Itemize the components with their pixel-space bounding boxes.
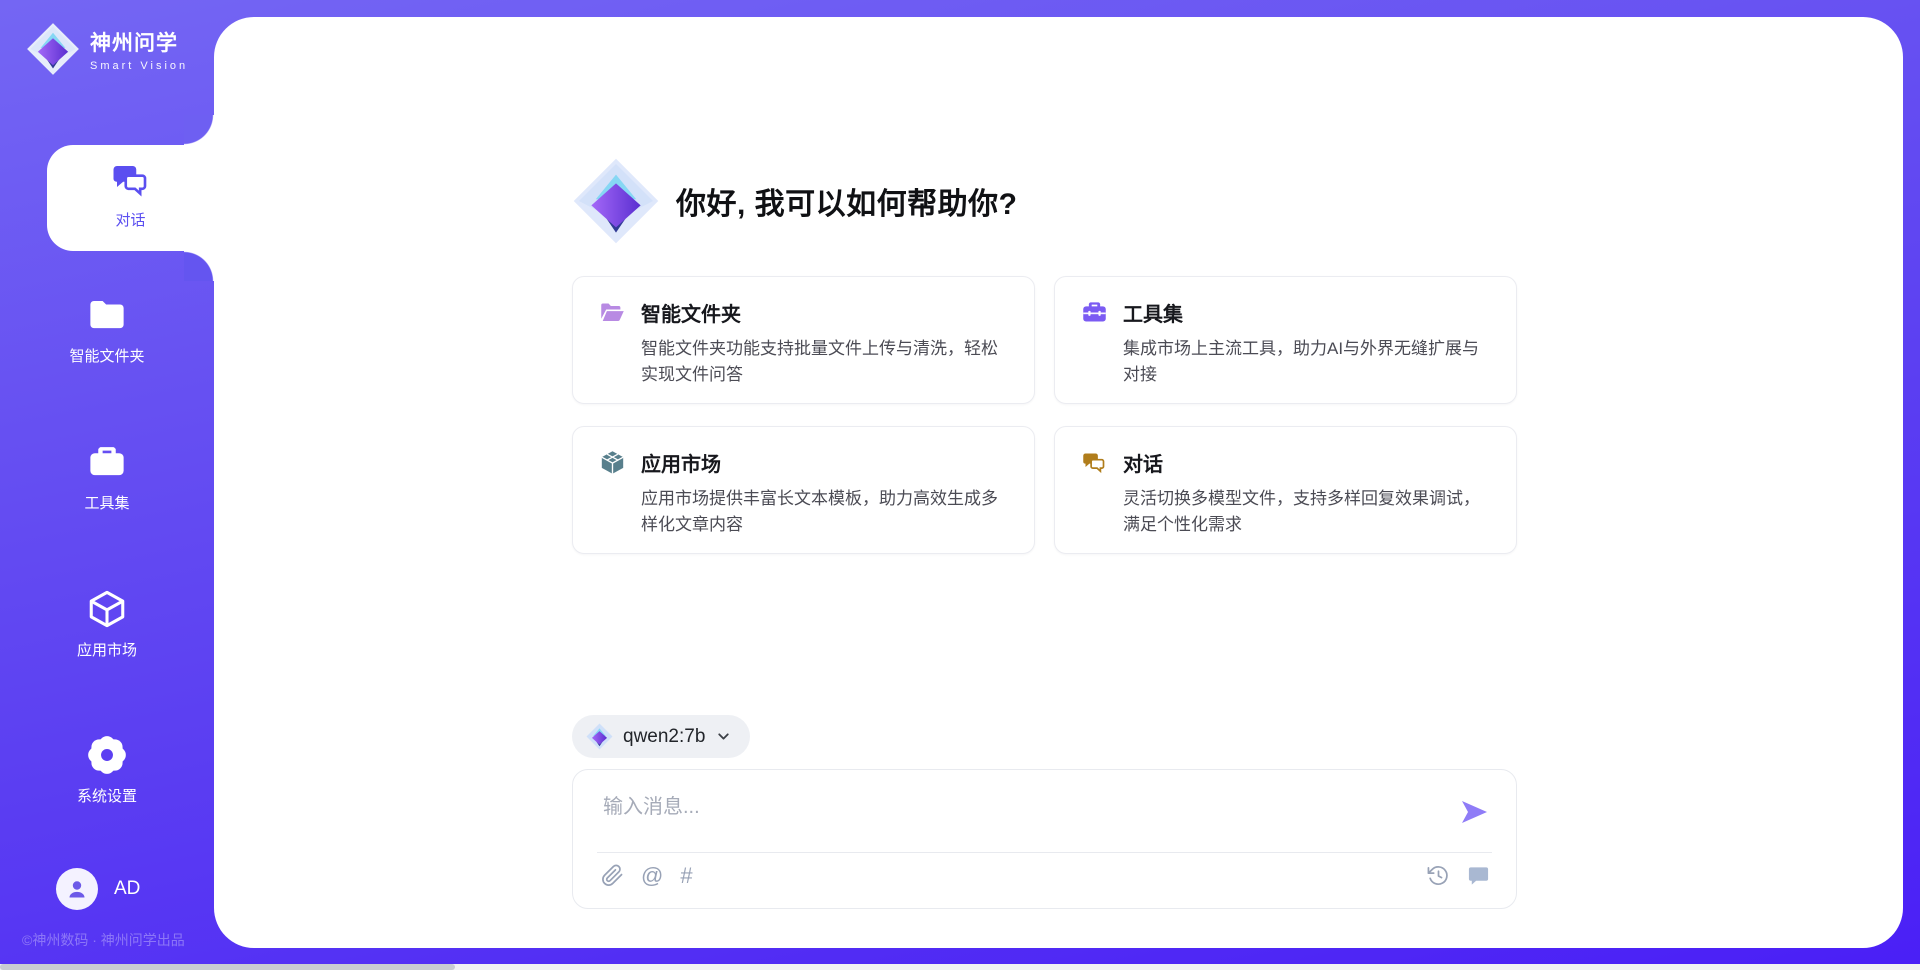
- cube-icon: [599, 449, 626, 476]
- hashtag-icon[interactable]: #: [680, 864, 692, 887]
- card-description: 灵活切换多模型文件，支持多样回复效果调试，满足个性化需求: [1123, 486, 1490, 537]
- brand-logo-diamond-icon: [26, 22, 80, 76]
- composer-right-toolbar: [1427, 864, 1490, 887]
- person-icon: [65, 877, 89, 901]
- model-selector[interactable]: qwen2:7b: [572, 715, 750, 758]
- toolbox-icon: [1081, 299, 1108, 326]
- avatar: [56, 868, 98, 910]
- user-account[interactable]: AD: [56, 868, 140, 910]
- card-app-market[interactable]: 应用市场 应用市场提供丰富长文本模板，助力高效生成多样化文章内容: [572, 426, 1035, 554]
- sidebar-item-toolset[interactable]: 工具集: [0, 441, 214, 513]
- gear-icon: [86, 734, 128, 776]
- card-description: 应用市场提供丰富长文本模板，助力高效生成多样化文章内容: [641, 486, 1008, 537]
- sidebar-item-app-market[interactable]: 应用市场: [0, 588, 214, 660]
- model-name: qwen2:7b: [623, 726, 705, 748]
- user-initials: AD: [114, 878, 140, 900]
- card-description: 集成市场上主流工具，助力AI与外界无缝扩展与对接: [1123, 336, 1490, 387]
- card-title: 应用市场: [641, 448, 721, 477]
- history-icon[interactable]: [1427, 864, 1450, 887]
- brand-name: 神州问学: [90, 27, 188, 57]
- card-description: 智能文件夹功能支持批量文件上传与清洗，轻松实现文件问答: [641, 336, 1008, 387]
- sidebar: 神州问学 Smart Vision 对话 智能文件夹 工: [0, 0, 214, 964]
- sidebar-item-label: 应用市场: [0, 639, 214, 660]
- feature-cards: 智能文件夹 智能文件夹功能支持批量文件上传与清洗，轻松实现文件问答 工具集 集成…: [572, 276, 1517, 554]
- sidebar-item-label: 智能文件夹: [0, 345, 214, 366]
- sidebar-item-settings[interactable]: 系统设置: [0, 734, 214, 806]
- mention-icon[interactable]: @: [641, 864, 663, 887]
- card-title: 智能文件夹: [641, 298, 741, 327]
- greeting-title: 你好, 我可以如何帮助你?: [676, 179, 1018, 223]
- chat-icon: [110, 159, 152, 201]
- main-panel: 你好, 我可以如何帮助你? 智能文件夹 智能文件夹功能支持批量文件上传与清洗，轻…: [214, 17, 1903, 948]
- chevron-down-icon: [715, 728, 732, 745]
- chat-icon: [1081, 449, 1108, 476]
- sidebar-item-label: 系统设置: [0, 785, 214, 806]
- paperclip-icon[interactable]: [601, 864, 624, 887]
- composer-divider: [597, 852, 1492, 853]
- message-composer: @ #: [572, 769, 1517, 909]
- cube-icon: [86, 588, 128, 630]
- card-chat[interactable]: 对话 灵活切换多模型文件，支持多样回复效果调试，满足个性化需求: [1054, 426, 1517, 554]
- folder-icon: [86, 294, 128, 336]
- horizontal-scrollbar-track[interactable]: [0, 964, 1920, 970]
- composer-toolbar: @ #: [601, 864, 693, 887]
- sidebar-item-label: 工具集: [0, 492, 214, 513]
- card-title: 工具集: [1123, 298, 1183, 327]
- brand: 神州问学 Smart Vision: [26, 22, 188, 76]
- sidebar-item-smart-folder[interactable]: 智能文件夹: [0, 294, 214, 366]
- model-diamond-icon: [586, 723, 613, 750]
- sidebar-item-chat[interactable]: 对话: [47, 145, 214, 251]
- greeting-logo-diamond-icon: [572, 157, 660, 245]
- folder-open-icon: [599, 299, 626, 326]
- chat-bubble-icon[interactable]: [1467, 864, 1490, 887]
- greeting: 你好, 我可以如何帮助你?: [572, 157, 1018, 245]
- card-title: 对话: [1123, 448, 1163, 477]
- card-smart-folder[interactable]: 智能文件夹 智能文件夹功能支持批量文件上传与清洗，轻松实现文件问答: [572, 276, 1035, 404]
- sidebar-footer: ©神州数码 · 神州问学出品: [22, 930, 185, 950]
- message-input[interactable]: [603, 790, 1423, 842]
- toolbox-icon: [86, 441, 128, 483]
- brand-subtitle: Smart Vision: [90, 60, 188, 72]
- send-icon[interactable]: [1458, 796, 1490, 828]
- horizontal-scrollbar-thumb[interactable]: [0, 964, 455, 970]
- sidebar-item-label: 对话: [47, 209, 214, 230]
- card-toolset[interactable]: 工具集 集成市场上主流工具，助力AI与外界无缝扩展与对接: [1054, 276, 1517, 404]
